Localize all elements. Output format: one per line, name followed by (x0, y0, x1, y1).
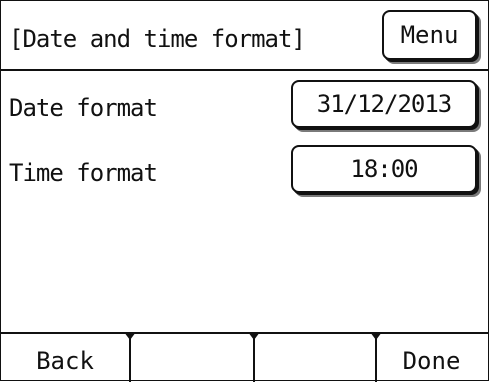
date-format-label: Date format (9, 94, 158, 122)
divider-notch-icon (248, 332, 260, 340)
time-format-label: Time format (9, 159, 158, 187)
page-title: [Date and time format] (9, 25, 306, 53)
screen-header: [Date and time format] Menu (1, 1, 488, 71)
function-key-3[interactable] (253, 334, 375, 380)
soft-key-divider (129, 334, 131, 382)
date-format-row: Date format 31/12/2013 (1, 80, 488, 136)
soft-key-divider (253, 334, 255, 382)
time-format-row: Time format 18:00 (1, 145, 488, 201)
done-button[interactable]: Done (375, 334, 488, 380)
controller-screen: [Date and time format] Menu Date format … (0, 0, 489, 382)
soft-key-bar: Back Done (1, 332, 488, 382)
date-format-button[interactable]: 31/12/2013 (291, 80, 477, 128)
menu-button[interactable]: Menu (382, 10, 477, 60)
back-button[interactable]: Back (1, 334, 129, 380)
soft-key-divider (375, 334, 377, 382)
function-key-2[interactable] (129, 334, 253, 380)
divider-notch-icon (124, 332, 136, 340)
divider-notch-icon (370, 332, 382, 340)
time-format-button[interactable]: 18:00 (291, 145, 477, 193)
